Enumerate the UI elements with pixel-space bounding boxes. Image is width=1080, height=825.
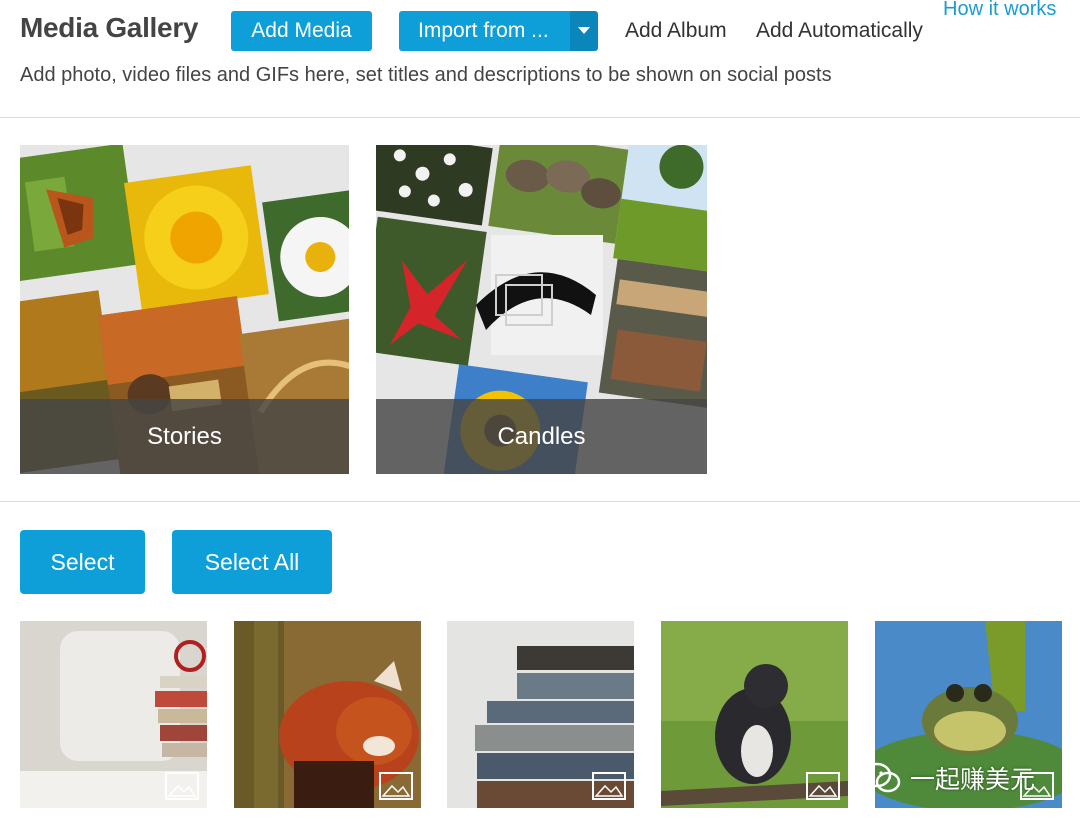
image-icon <box>806 772 840 800</box>
chevron-down-icon[interactable] <box>570 11 598 51</box>
add-automatically-link[interactable]: Add Automatically <box>756 19 923 43</box>
album-stories[interactable]: Stories <box>20 145 349 474</box>
media-thumbnail-red-panda[interactable] <box>234 621 421 808</box>
media-thumbnail-squirrel[interactable] <box>661 621 848 808</box>
watermark: 一起赚美元 <box>862 760 1035 796</box>
add-album-link[interactable]: Add Album <box>625 19 727 43</box>
page-title: Media Gallery <box>20 12 199 43</box>
album-caption: Stories <box>20 399 349 474</box>
wechat-icon <box>862 762 901 793</box>
select-button[interactable]: Select <box>20 530 145 594</box>
image-icon <box>592 772 626 800</box>
image-icon <box>165 772 199 800</box>
media-thumbnail-books-pillow[interactable] <box>20 621 207 808</box>
image-icon <box>379 772 413 800</box>
select-all-button[interactable]: Select All <box>172 530 332 594</box>
import-from-button[interactable]: Import from ... <box>399 11 570 51</box>
add-media-button[interactable]: Add Media <box>231 11 372 51</box>
media-thumbnail-book-stack[interactable] <box>447 621 634 808</box>
how-it-works-link[interactable]: How it works <box>943 0 1056 21</box>
album-caption: Candles <box>376 399 707 474</box>
import-from-dropdown[interactable]: Import from ... <box>399 11 598 51</box>
page-subtitle: Add photo, video files and GIFs here, se… <box>20 64 832 86</box>
divider <box>0 501 1080 502</box>
album-candles[interactable]: Candles <box>376 145 707 474</box>
watermark-text: 一起赚美元 <box>910 766 1036 794</box>
divider <box>0 117 1080 118</box>
